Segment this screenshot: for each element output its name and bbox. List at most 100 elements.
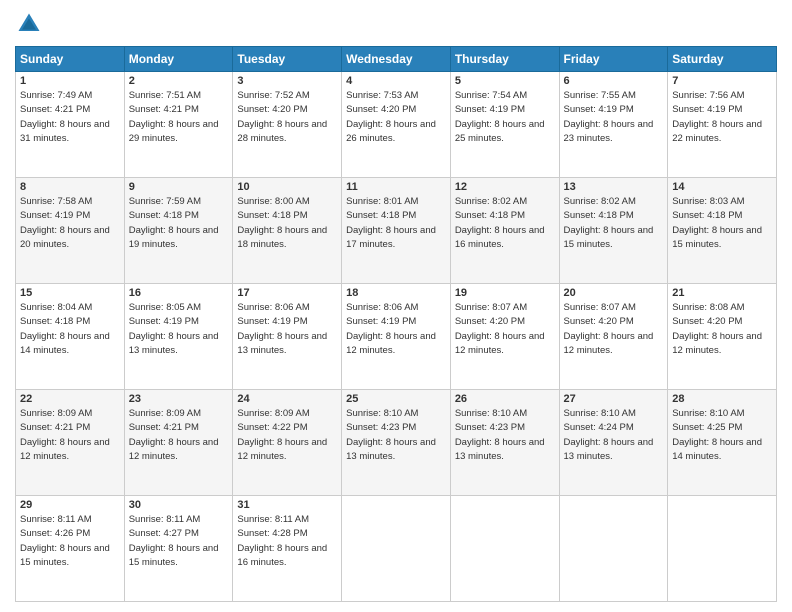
calendar-cell: 22 Sunrise: 8:09 AMSunset: 4:21 PMDayligh…	[16, 390, 125, 496]
calendar-cell: 20 Sunrise: 8:07 AMSunset: 4:20 PMDayligh…	[559, 284, 668, 390]
calendar-cell	[559, 496, 668, 602]
day-number: 3	[237, 75, 337, 87]
weekday-header-thursday: Thursday	[450, 47, 559, 72]
day-number: 15	[20, 287, 120, 299]
day-number: 28	[672, 393, 772, 405]
calendar-cell: 24Sunrise: 8:09 AMSunset: 4:22 PMDayligh…	[233, 390, 342, 496]
day-info: Sunrise: 8:09 AMSunset: 4:22 PMDaylight:…	[237, 407, 337, 464]
calendar-cell: 26 Sunrise: 8:10 AMSunset: 4:23 PMDayligh…	[450, 390, 559, 496]
calendar-table: SundayMondayTuesdayWednesdayThursdayFrid…	[15, 46, 777, 602]
day-info: Sunrise: 8:04 AMSunset: 4:18 PMDaylight:…	[20, 301, 120, 358]
calendar-cell: 18 Sunrise: 8:06 AMSunset: 4:19 PMDayligh…	[342, 284, 451, 390]
calendar-cell: 10 Sunrise: 8:00 AMSunset: 4:18 PMDayligh…	[233, 178, 342, 284]
day-number: 6	[564, 75, 664, 87]
calendar-cell: 8 Sunrise: 7:58 AMSunset: 4:19 PMDaylight…	[16, 178, 125, 284]
day-number: 7	[672, 75, 772, 87]
day-info: Sunrise: 7:55 AMSunset: 4:19 PMDaylight:…	[564, 89, 664, 146]
day-info: Sunrise: 8:09 AMSunset: 4:21 PMDaylight:…	[20, 407, 120, 464]
day-info: Sunrise: 7:54 AMSunset: 4:19 PMDaylight:…	[455, 89, 555, 146]
weekday-header-sunday: Sunday	[16, 47, 125, 72]
day-info: Sunrise: 8:10 AMSunset: 4:25 PMDaylight:…	[672, 407, 772, 464]
day-number: 26	[455, 393, 555, 405]
day-info: Sunrise: 8:11 AMSunset: 4:28 PMDaylight:…	[237, 513, 337, 570]
day-number: 27	[564, 393, 664, 405]
day-info: Sunrise: 8:05 AMSunset: 4:19 PMDaylight:…	[129, 301, 229, 358]
day-number: 8	[20, 181, 120, 193]
day-number: 16	[129, 287, 229, 299]
day-number: 20	[564, 287, 664, 299]
calendar-cell: 21 Sunrise: 8:08 AMSunset: 4:20 PMDayligh…	[668, 284, 777, 390]
calendar-cell: 27Sunrise: 8:10 AMSunset: 4:24 PMDayligh…	[559, 390, 668, 496]
day-info: Sunrise: 7:59 AMSunset: 4:18 PMDaylight:…	[129, 195, 229, 252]
day-info: Sunrise: 8:02 AMSunset: 4:18 PMDaylight:…	[455, 195, 555, 252]
day-info: Sunrise: 8:11 AMSunset: 4:26 PMDaylight:…	[20, 513, 120, 570]
day-number: 23	[129, 393, 229, 405]
day-number: 21	[672, 287, 772, 299]
logo	[15, 10, 45, 38]
calendar-cell: 12 Sunrise: 8:02 AMSunset: 4:18 PMDayligh…	[450, 178, 559, 284]
calendar-cell: 19 Sunrise: 8:07 AMSunset: 4:20 PMDayligh…	[450, 284, 559, 390]
day-number: 22	[20, 393, 120, 405]
day-info: Sunrise: 8:07 AMSunset: 4:20 PMDaylight:…	[564, 301, 664, 358]
calendar-cell: 16 Sunrise: 8:05 AMSunset: 4:19 PMDayligh…	[124, 284, 233, 390]
day-number: 19	[455, 287, 555, 299]
calendar-cell	[668, 496, 777, 602]
day-number: 14	[672, 181, 772, 193]
day-info: Sunrise: 7:53 AMSunset: 4:20 PMDaylight:…	[346, 89, 446, 146]
calendar-cell: 11 Sunrise: 8:01 AMSunset: 4:18 PMDayligh…	[342, 178, 451, 284]
day-info: Sunrise: 8:10 AMSunset: 4:23 PMDaylight:…	[346, 407, 446, 464]
day-number: 18	[346, 287, 446, 299]
calendar-cell: 9 Sunrise: 7:59 AMSunset: 4:18 PMDaylight…	[124, 178, 233, 284]
calendar-cell: 17 Sunrise: 8:06 AMSunset: 4:19 PMDayligh…	[233, 284, 342, 390]
day-number: 9	[129, 181, 229, 193]
day-info: Sunrise: 8:06 AMSunset: 4:19 PMDaylight:…	[237, 301, 337, 358]
week-row-4: 22 Sunrise: 8:09 AMSunset: 4:21 PMDayligh…	[16, 390, 777, 496]
day-info: Sunrise: 7:58 AMSunset: 4:19 PMDaylight:…	[20, 195, 120, 252]
day-number: 11	[346, 181, 446, 193]
week-row-5: 29Sunrise: 8:11 AMSunset: 4:26 PMDayligh…	[16, 496, 777, 602]
calendar-cell: 13Sunrise: 8:02 AMSunset: 4:18 PMDayligh…	[559, 178, 668, 284]
weekday-header-row: SundayMondayTuesdayWednesdayThursdayFrid…	[16, 47, 777, 72]
calendar-cell: 6 Sunrise: 7:55 AMSunset: 4:19 PMDaylight…	[559, 72, 668, 178]
day-number: 10	[237, 181, 337, 193]
calendar-cell: 1Sunrise: 7:49 AMSunset: 4:21 PMDaylight…	[16, 72, 125, 178]
day-number: 25	[346, 393, 446, 405]
weekday-header-tuesday: Tuesday	[233, 47, 342, 72]
day-info: Sunrise: 8:09 AMSunset: 4:21 PMDaylight:…	[129, 407, 229, 464]
day-info: Sunrise: 8:06 AMSunset: 4:19 PMDaylight:…	[346, 301, 446, 358]
day-info: Sunrise: 7:52 AMSunset: 4:20 PMDaylight:…	[237, 89, 337, 146]
weekday-header-wednesday: Wednesday	[342, 47, 451, 72]
calendar-cell: 7 Sunrise: 7:56 AMSunset: 4:19 PMDaylight…	[668, 72, 777, 178]
calendar-cell: 31 Sunrise: 8:11 AMSunset: 4:28 PMDayligh…	[233, 496, 342, 602]
calendar-cell: 2Sunrise: 7:51 AMSunset: 4:21 PMDaylight…	[124, 72, 233, 178]
calendar-cell	[450, 496, 559, 602]
calendar-cell: 3 Sunrise: 7:52 AMSunset: 4:20 PMDaylight…	[233, 72, 342, 178]
day-info: Sunrise: 8:01 AMSunset: 4:18 PMDaylight:…	[346, 195, 446, 252]
calendar-cell: 30Sunrise: 8:11 AMSunset: 4:27 PMDayligh…	[124, 496, 233, 602]
day-number: 2	[129, 75, 229, 87]
day-number: 1	[20, 75, 120, 87]
logo-icon	[15, 10, 43, 38]
weekday-header-friday: Friday	[559, 47, 668, 72]
day-info: Sunrise: 8:10 AMSunset: 4:23 PMDaylight:…	[455, 407, 555, 464]
calendar-cell: 29Sunrise: 8:11 AMSunset: 4:26 PMDayligh…	[16, 496, 125, 602]
day-info: Sunrise: 8:11 AMSunset: 4:27 PMDaylight:…	[129, 513, 229, 570]
day-number: 17	[237, 287, 337, 299]
header	[15, 10, 777, 38]
day-number: 31	[237, 499, 337, 511]
calendar-cell: 23 Sunrise: 8:09 AMSunset: 4:21 PMDayligh…	[124, 390, 233, 496]
day-info: Sunrise: 8:07 AMSunset: 4:20 PMDaylight:…	[455, 301, 555, 358]
week-row-1: 1Sunrise: 7:49 AMSunset: 4:21 PMDaylight…	[16, 72, 777, 178]
day-number: 12	[455, 181, 555, 193]
calendar-cell: 25 Sunrise: 8:10 AMSunset: 4:23 PMDayligh…	[342, 390, 451, 496]
week-row-3: 15 Sunrise: 8:04 AMSunset: 4:18 PMDayligh…	[16, 284, 777, 390]
day-info: Sunrise: 8:03 AMSunset: 4:18 PMDaylight:…	[672, 195, 772, 252]
calendar-cell: 4 Sunrise: 7:53 AMSunset: 4:20 PMDaylight…	[342, 72, 451, 178]
page: SundayMondayTuesdayWednesdayThursdayFrid…	[0, 0, 792, 612]
day-info: Sunrise: 8:08 AMSunset: 4:20 PMDaylight:…	[672, 301, 772, 358]
day-number: 4	[346, 75, 446, 87]
calendar-cell: 5Sunrise: 7:54 AMSunset: 4:19 PMDaylight…	[450, 72, 559, 178]
day-info: Sunrise: 7:56 AMSunset: 4:19 PMDaylight:…	[672, 89, 772, 146]
day-info: Sunrise: 8:00 AMSunset: 4:18 PMDaylight:…	[237, 195, 337, 252]
day-number: 13	[564, 181, 664, 193]
